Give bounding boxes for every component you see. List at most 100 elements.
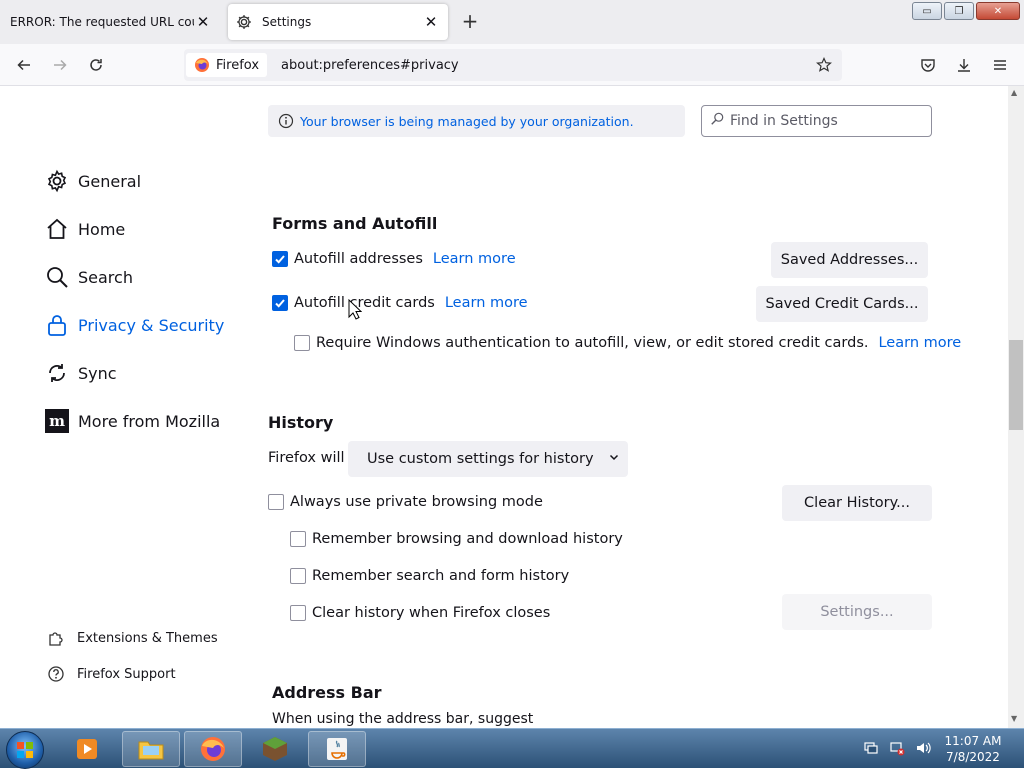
history-mode-value: Use custom settings for history <box>367 451 594 467</box>
sidebar-item-label: Extensions & Themes <box>77 630 218 646</box>
clear-on-close-checkbox[interactable] <box>290 605 306 621</box>
history-mode-select[interactable]: Use custom settings for history <box>348 441 628 477</box>
scroll-down-icon[interactable]: ▼ <box>1011 714 1017 723</box>
back-icon[interactable] <box>12 53 36 77</box>
action-center-icon[interactable] <box>862 739 880 757</box>
java-icon[interactable] <box>308 731 366 767</box>
info-icon <box>278 113 294 129</box>
autofill-addresses-label[interactable]: Autofill addresses <box>294 251 423 267</box>
gear-icon <box>44 168 70 194</box>
close-icon[interactable]: ✕ <box>422 13 440 31</box>
sidebar-item-mozilla[interactable]: m More from Mozilla <box>44 408 220 434</box>
search-input[interactable]: Find in Settings <box>701 105 932 137</box>
gear-icon <box>236 13 254 31</box>
firefox-icon[interactable] <box>184 731 242 767</box>
address-bar-subtext: When using the address bar, suggest <box>272 711 534 727</box>
clock-time: 11:07 AM <box>944 734 1002 748</box>
media-player-icon[interactable] <box>58 731 116 767</box>
identity-label: Firefox <box>216 57 260 73</box>
history-heading: History <box>268 413 334 432</box>
sidebar-item-extensions[interactable]: Extensions & Themes <box>47 629 218 647</box>
mozilla-icon: m <box>44 408 70 434</box>
search-icon <box>710 112 724 130</box>
managed-notice-link[interactable]: Your browser is being managed by your or… <box>300 114 634 129</box>
saved-credit-cards-button[interactable]: Saved Credit Cards... <box>756 286 928 322</box>
start-button[interactable] <box>6 731 44 769</box>
vertical-scrollbar[interactable]: ▲ ▼ <box>1008 86 1024 728</box>
private-mode-row: Always use private browsing mode <box>268 494 543 510</box>
sidebar-item-support[interactable]: Firefox Support <box>47 665 176 683</box>
bookmark-star-icon[interactable] <box>812 53 836 77</box>
window-controls: ▭ ❐ ✕ <box>912 2 1020 20</box>
address-bar-heading: Address Bar <box>272 683 382 702</box>
system-clock[interactable]: 11:07 AM 7/8/2022 <box>938 733 1008 765</box>
remember-search-checkbox[interactable] <box>290 568 306 584</box>
scroll-up-icon[interactable]: ▲ <box>1011 88 1017 97</box>
sidebar-item-label: General <box>78 171 142 191</box>
sync-icon <box>44 360 70 386</box>
lock-icon <box>44 312 70 338</box>
autofill-addresses-checkbox[interactable] <box>272 251 288 267</box>
minecraft-icon[interactable] <box>246 731 304 767</box>
tab-error[interactable]: ERROR: The requested URL could not be re… <box>0 0 220 44</box>
private-mode-label[interactable]: Always use private browsing mode <box>290 494 543 510</box>
help-icon <box>47 665 65 683</box>
sidebar-item-general[interactable]: General <box>44 168 141 194</box>
restore-button[interactable]: ❐ <box>944 2 974 20</box>
puzzle-icon <box>47 629 65 647</box>
sidebar-item-label: Home <box>78 219 126 239</box>
sidebar-item-label: More from Mozilla <box>78 411 221 431</box>
require-auth-label[interactable]: Require Windows authentication to autofi… <box>316 335 868 351</box>
settings-content: Your browser is being managed by your or… <box>0 86 1008 728</box>
autofill-cards-row: Autofill credit cards Learn more <box>272 295 528 311</box>
volume-icon[interactable] <box>914 739 932 757</box>
address-bar[interactable]: Firefox about:preferences#privacy <box>184 49 842 81</box>
taskbar: 11:07 AM 7/8/2022 <box>0 728 1024 769</box>
tab-settings[interactable]: Settings ✕ <box>228 4 448 40</box>
require-auth-checkbox[interactable] <box>294 335 310 351</box>
close-icon[interactable]: ✕ <box>194 13 212 31</box>
saved-addresses-button[interactable]: Saved Addresses... <box>771 242 928 278</box>
identity-box[interactable]: Firefox <box>186 53 268 77</box>
history-settings-button[interactable]: Settings... <box>782 594 932 630</box>
svg-text:m: m <box>49 412 65 430</box>
private-mode-checkbox[interactable] <box>268 494 284 510</box>
remember-browsing-checkbox[interactable] <box>290 531 306 547</box>
url-text[interactable]: about:preferences#privacy <box>281 58 812 73</box>
scroll-thumb[interactable] <box>1009 340 1023 430</box>
file-explorer-icon[interactable] <box>122 731 180 767</box>
network-icon[interactable] <box>888 739 906 757</box>
learn-more-link[interactable]: Learn more <box>878 335 961 351</box>
reload-icon[interactable] <box>84 53 108 77</box>
tab-bar: ERROR: The requested URL could not be re… <box>0 0 1024 44</box>
sidebar-item-sync[interactable]: Sync <box>44 360 117 386</box>
remember-browsing-label[interactable]: Remember browsing and download history <box>312 531 623 547</box>
autofill-cards-checkbox[interactable] <box>272 295 288 311</box>
clear-history-button[interactable]: Clear History... <box>782 485 932 521</box>
sidebar-item-label: Sync <box>78 363 117 383</box>
chevron-down-icon <box>608 451 620 467</box>
remember-search-row: Remember search and form history <box>290 568 569 584</box>
clear-on-close-label[interactable]: Clear history when Firefox closes <box>312 605 550 621</box>
menu-icon[interactable] <box>988 53 1012 77</box>
require-auth-row: Require Windows authentication to autofi… <box>294 335 961 351</box>
mouse-cursor <box>348 298 363 325</box>
tab-title: ERROR: The requested URL could not be re… <box>10 15 194 29</box>
new-tab-button[interactable]: + <box>460 11 480 32</box>
close-window-button[interactable]: ✕ <box>976 2 1020 20</box>
minimize-button[interactable]: ▭ <box>912 2 942 20</box>
sidebar-item-privacy[interactable]: Privacy & Security <box>44 312 224 338</box>
learn-more-link[interactable]: Learn more <box>433 251 516 267</box>
forward-icon[interactable] <box>48 53 72 77</box>
sidebar-item-label: Search <box>78 267 133 287</box>
search-placeholder: Find in Settings <box>730 113 838 129</box>
managed-notice: Your browser is being managed by your or… <box>268 105 685 137</box>
remember-search-label[interactable]: Remember search and form history <box>312 568 569 584</box>
download-icon[interactable] <box>952 53 976 77</box>
sidebar-item-search[interactable]: Search <box>44 264 133 290</box>
windows-logo-icon <box>17 742 33 758</box>
sidebar-item-home[interactable]: Home <box>44 216 125 242</box>
learn-more-link[interactable]: Learn more <box>445 295 528 311</box>
pocket-icon[interactable] <box>916 53 940 77</box>
autofill-cards-label[interactable]: Autofill credit cards <box>294 295 435 311</box>
